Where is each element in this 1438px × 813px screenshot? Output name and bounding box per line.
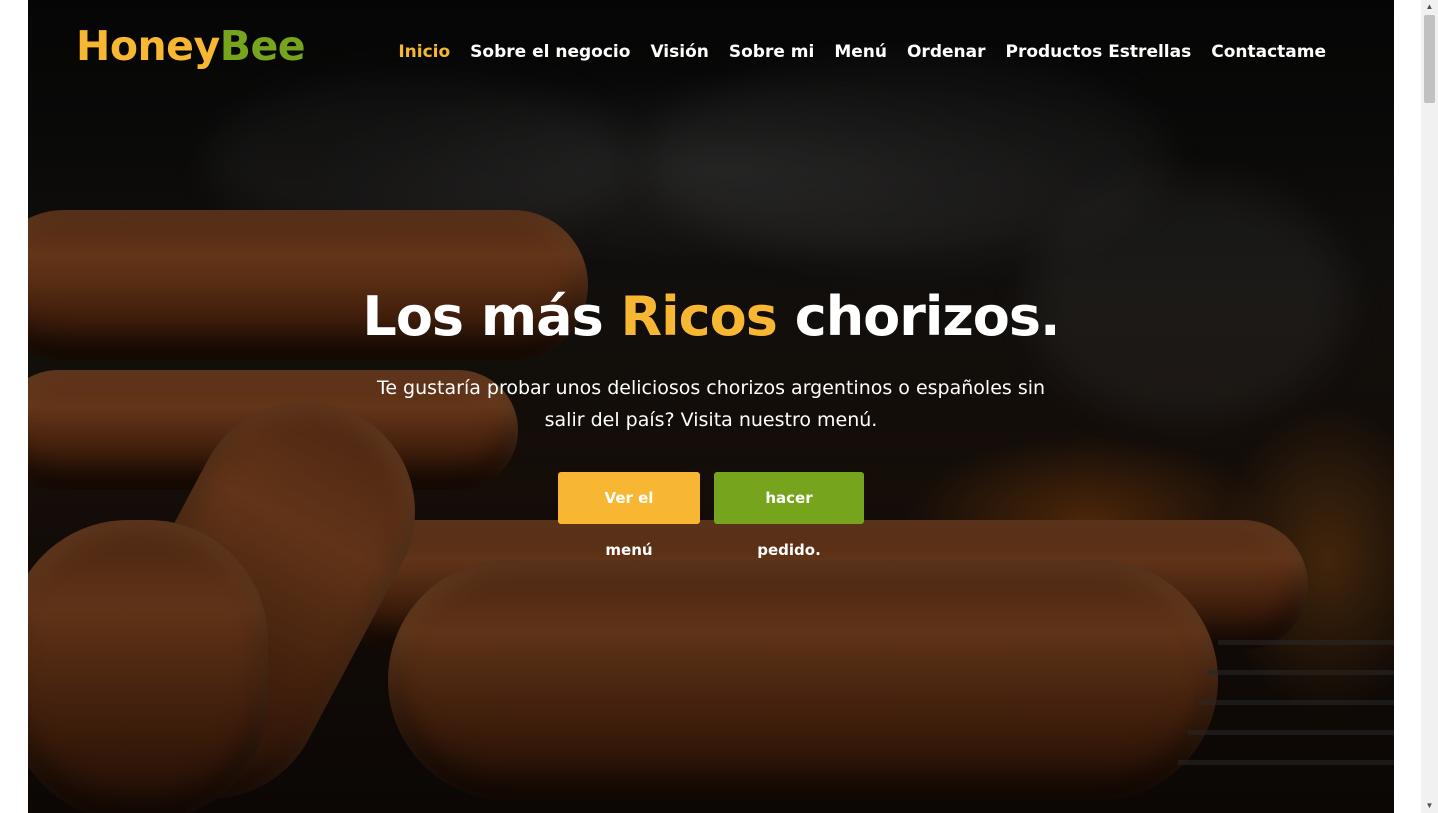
nav-item-vision[interactable]: Visión (640, 42, 718, 62)
hero-buttons: Ver el menú hacer pedido. (28, 471, 1394, 559)
brand-logo-part1: Honey (76, 22, 220, 70)
hero-headline: Los más Ricos chorizos. (28, 285, 1394, 350)
hero-subtitle: Te gustaría probar unos deliciosos chori… (376, 376, 1046, 431)
place-order-button[interactable]: hacer pedido. (714, 471, 864, 559)
page-scrollbar[interactable]: ▲ ▼ (1421, 0, 1438, 813)
brand-logo[interactable]: HoneyBee (76, 26, 306, 67)
headline-accent: Ricos (620, 285, 778, 348)
nav-item-ordenar[interactable]: Ordenar (897, 42, 996, 62)
headline-before: Los más (362, 285, 603, 348)
nav-item-inicio[interactable]: Inicio (388, 42, 460, 62)
chevron-down-icon[interactable]: ▼ (1421, 799, 1438, 813)
main-nav: Inicio Sobre el negocio Visión Sobre mi … (388, 42, 1336, 62)
scrollbar-thumb[interactable] (1424, 15, 1435, 103)
brand-logo-part2: Bee (219, 22, 306, 70)
chevron-up-icon[interactable]: ▲ (1421, 0, 1438, 14)
hero-section: HoneyBee Inicio Sobre el negocio Visión … (28, 0, 1394, 813)
nav-item-productos-estrellas[interactable]: Productos Estrellas (995, 42, 1201, 62)
nav-item-contactame[interactable]: Contactame (1201, 42, 1336, 62)
view-menu-button[interactable]: Ver el menú (558, 471, 700, 559)
hero-content: Los más Ricos chorizos. Te gustaría prob… (28, 285, 1394, 559)
nav-item-sobre-mi[interactable]: Sobre mi (719, 42, 824, 62)
headline-after: chorizos. (794, 285, 1061, 348)
nav-item-sobre-el-negocio[interactable]: Sobre el negocio (460, 42, 640, 62)
nav-item-menu[interactable]: Menú (824, 42, 897, 62)
